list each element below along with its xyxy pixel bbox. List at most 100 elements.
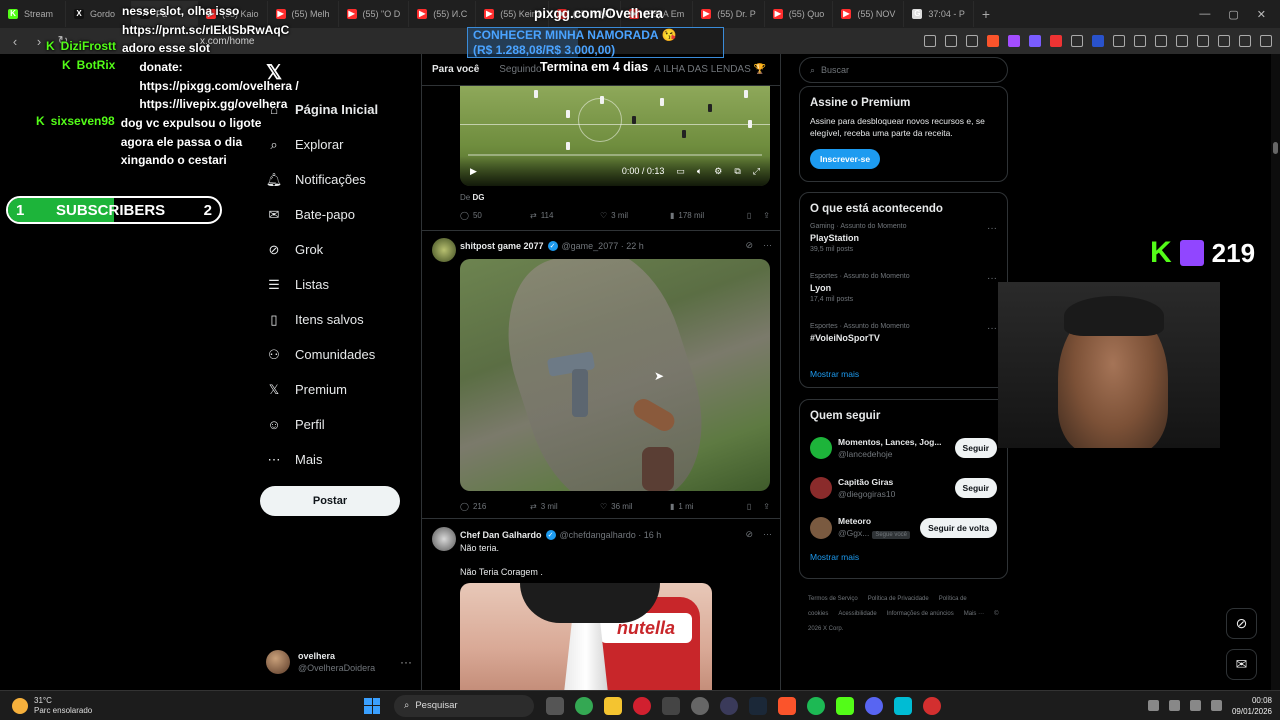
share-icon[interactable]: ⇪	[763, 211, 770, 220]
extension-icon[interactable]	[1134, 35, 1146, 47]
author-handle[interactable]: @game_2077 · 22 h	[562, 241, 644, 251]
browser-tab[interactable]: ▶ (55) "O D	[339, 1, 410, 27]
account-switcher[interactable]: ovelhera @OvelheraDoidera ···	[266, 648, 412, 676]
more-icon[interactable]: ···	[763, 240, 772, 251]
more-icon[interactable]: ···	[987, 223, 997, 234]
weather-widget[interactable]: 31°C Parc ensolarado	[12, 696, 332, 716]
more-icon[interactable]: ···	[987, 323, 997, 334]
sidebar-item-comunidades[interactable]: ⚇ Comunidades	[266, 337, 416, 372]
wallet-icon[interactable]	[1218, 35, 1230, 47]
chevron-up-icon[interactable]	[1147, 700, 1159, 711]
follow-button[interactable]: Seguir	[954, 438, 997, 458]
minimize-button[interactable]: —	[1199, 8, 1210, 21]
forward-button[interactable]: ›	[32, 34, 46, 49]
app-icon[interactable]	[691, 696, 709, 715]
browser-tab[interactable]: ▶ (55) И.С	[409, 1, 477, 27]
discord-icon[interactable]	[865, 696, 883, 715]
tab-para-voce[interactable]: Para você	[432, 64, 479, 75]
extension-icon[interactable]	[1071, 35, 1083, 47]
sidebar-item-itens-salvos[interactable]: ▯ Itens salvos	[266, 302, 416, 337]
browser-tab[interactable]: ▶ (55) Dr. P	[693, 1, 765, 27]
extension-icon[interactable]	[1050, 35, 1062, 47]
trend-item[interactable]: Gaming · Assunto do Momento PlayStation 39…	[810, 223, 997, 265]
share-icon[interactable]: ⇪	[763, 502, 770, 511]
new-tab-button[interactable]: +	[974, 6, 998, 22]
volume-icon[interactable]	[1189, 700, 1201, 711]
suggestion-name[interactable]: Momentos, Lances, Jog...	[838, 436, 949, 448]
author-name[interactable]: Chef Dan Galhardo	[460, 530, 542, 540]
browser-tab[interactable]: K Stream	[0, 1, 66, 27]
tweet-image[interactable]: nutella	[460, 583, 712, 690]
footer-link[interactable]: Mais ···	[964, 611, 984, 617]
suggestion-name[interactable]: Capitão Giras	[838, 476, 949, 488]
author-handle[interactable]: @chefdangalhardo · 16 h	[560, 530, 662, 540]
footer-link[interactable]: Informações de anúncios	[887, 611, 954, 617]
maximize-button[interactable]: ▢	[1228, 8, 1238, 21]
puzzle-icon[interactable]	[1113, 35, 1125, 47]
steam-icon[interactable]	[749, 696, 767, 715]
follow-button[interactable]: Seguir de volta	[920, 518, 997, 538]
sidebar-item-bate-papo[interactable]: ✉ Bate-papo	[266, 197, 416, 232]
more-icon[interactable]: ···	[987, 273, 997, 284]
bookmark-icon[interactable]: ▯	[747, 211, 751, 220]
browser-tab[interactable]: G 37:04 - P	[904, 1, 974, 27]
sidebar-item-perfil[interactable]: ☺ Perfil	[266, 407, 416, 442]
extension-icon[interactable]	[1029, 35, 1041, 47]
post-button[interactable]: Postar	[260, 486, 400, 516]
app-icon[interactable]	[720, 696, 738, 715]
tweet-video[interactable]: ▶ 0:00 / 0:13 ▭ 🔈︎ ⚙ ⧉ ⤢	[460, 86, 770, 186]
scrollbar[interactable]	[1271, 54, 1280, 690]
bookmark-icon[interactable]: ▯	[747, 502, 751, 511]
show-more-link[interactable]: Mostrar mais	[810, 369, 997, 379]
trend-item[interactable]: Esportes · Assunto do Momento Lyon 17,4 mi…	[810, 273, 997, 315]
app-icon[interactable]	[836, 696, 854, 715]
folder-icon[interactable]	[604, 696, 622, 715]
captions-icon[interactable]: ▭	[676, 166, 685, 177]
pip-icon[interactable]: ⧉	[734, 166, 740, 177]
brave-shield-icon[interactable]	[987, 35, 999, 47]
sidebar-item-premium[interactable]: 𝕏 Premium	[266, 372, 416, 407]
app-icon[interactable]	[662, 696, 680, 715]
views-button[interactable]: ▮ 178 mil	[670, 211, 740, 220]
sidebar-item-grok[interactable]: ⊘ Grok	[266, 232, 416, 267]
notepad-icon[interactable]	[894, 696, 912, 715]
grok-floating-button[interactable]: ⊘	[1226, 608, 1257, 639]
app-icon[interactable]	[923, 696, 941, 715]
clock[interactable]: 00:08 09/01/2026	[1232, 695, 1272, 717]
views-button[interactable]: ▮ 1 mi	[670, 502, 740, 511]
suggestion-name[interactable]: Meteoro	[838, 515, 914, 527]
share-icon[interactable]	[966, 35, 978, 47]
opera-icon[interactable]	[633, 696, 651, 715]
play-icon[interactable]: ▶	[470, 166, 477, 177]
tab-seguindo[interactable]: Seguindo	[499, 64, 541, 75]
avatar[interactable]	[810, 517, 832, 539]
more-icon[interactable]: ···	[763, 529, 772, 540]
spotify-icon[interactable]	[807, 696, 825, 715]
like-button[interactable]: ♡ 3 mil	[600, 211, 670, 220]
footer-link[interactable]: Acessibilidade	[838, 611, 876, 617]
reply-button[interactable]: ◯ 50	[460, 211, 530, 220]
reply-button[interactable]: ◯ 216	[460, 502, 530, 511]
scroll-thumb[interactable]	[1273, 142, 1278, 154]
network-icon[interactable]	[1168, 700, 1180, 711]
source-link[interactable]: DG	[472, 193, 484, 202]
tab-list[interactable]: A ILHA DAS LENDAS 🏆	[654, 64, 780, 75]
menu-icon[interactable]	[1260, 35, 1272, 47]
show-more-link[interactable]: Mostrar mais	[810, 552, 997, 562]
brave-icon[interactable]	[778, 696, 796, 715]
sidebar-item-listas[interactable]: ☰ Listas	[266, 267, 416, 302]
task-view-icon[interactable]	[546, 696, 564, 715]
volume-icon[interactable]: 🔈︎	[697, 166, 702, 177]
grok-icon[interactable]: ⊘	[745, 529, 753, 540]
avatar[interactable]	[810, 477, 832, 499]
messages-floating-button[interactable]: ✉	[1226, 649, 1257, 680]
vpn-icon[interactable]	[1239, 35, 1251, 47]
avatar[interactable]	[432, 238, 456, 262]
music-icon[interactable]	[1176, 35, 1188, 47]
browser-tab[interactable]: ▶ (55) Quo	[765, 1, 834, 27]
browser-tab[interactable]: ▶ (55) NOV	[833, 1, 905, 27]
windows-start-icon[interactable]	[364, 697, 380, 714]
repost-button[interactable]: ⇄ 3 mil	[530, 502, 600, 511]
subscribe-button[interactable]: Inscrever-se	[810, 149, 881, 169]
brave-rewards-icon[interactable]	[1008, 35, 1020, 47]
